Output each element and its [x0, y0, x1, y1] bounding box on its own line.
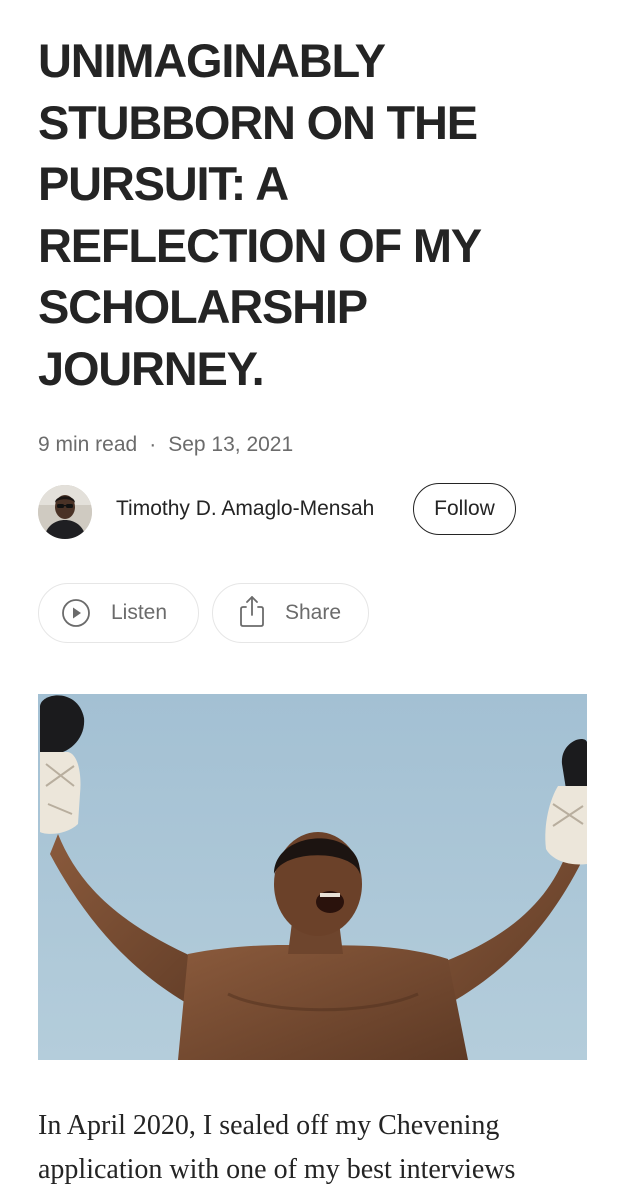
share-button[interactable]: Share: [212, 583, 369, 643]
hero-image: [38, 694, 587, 1060]
share-label: Share: [285, 601, 342, 624]
publish-date: Sep 13, 2021: [168, 433, 294, 456]
article-title: UNIMAGINABLY STUBBORN ON THE PURSUIT: A …: [38, 34, 482, 395]
body-line-1: In April 2020, I sealed off my Chevening: [38, 1110, 500, 1141]
body-line-2: application with one of my best intervie…: [38, 1154, 516, 1185]
play-circle-icon: [61, 598, 91, 628]
listen-label: Listen: [111, 601, 168, 624]
author-avatar[interactable]: [38, 485, 92, 539]
author-row: Timothy D. Amaglo-Mensah Follow: [38, 483, 598, 539]
follow-button[interactable]: Follow: [413, 483, 516, 535]
boxer-celebrating-image: [38, 694, 587, 1060]
share-icon: [237, 594, 267, 627]
read-time: 9 min read: [38, 433, 138, 456]
article-body: In April 2020, I sealed off my Chevening…: [38, 1104, 598, 1192]
article-meta: 9 min read · Sep 13, 2021: [38, 430, 293, 460]
listen-button[interactable]: Listen: [38, 583, 199, 643]
person-avatar-icon: [38, 485, 92, 539]
author-name[interactable]: Timothy D. Amaglo-Mensah: [116, 497, 374, 521]
article: UNIMAGINABLY STUBBORN ON THE PURSUIT: A …: [0, 0, 625, 1200]
meta-separator: ·: [149, 433, 157, 456]
